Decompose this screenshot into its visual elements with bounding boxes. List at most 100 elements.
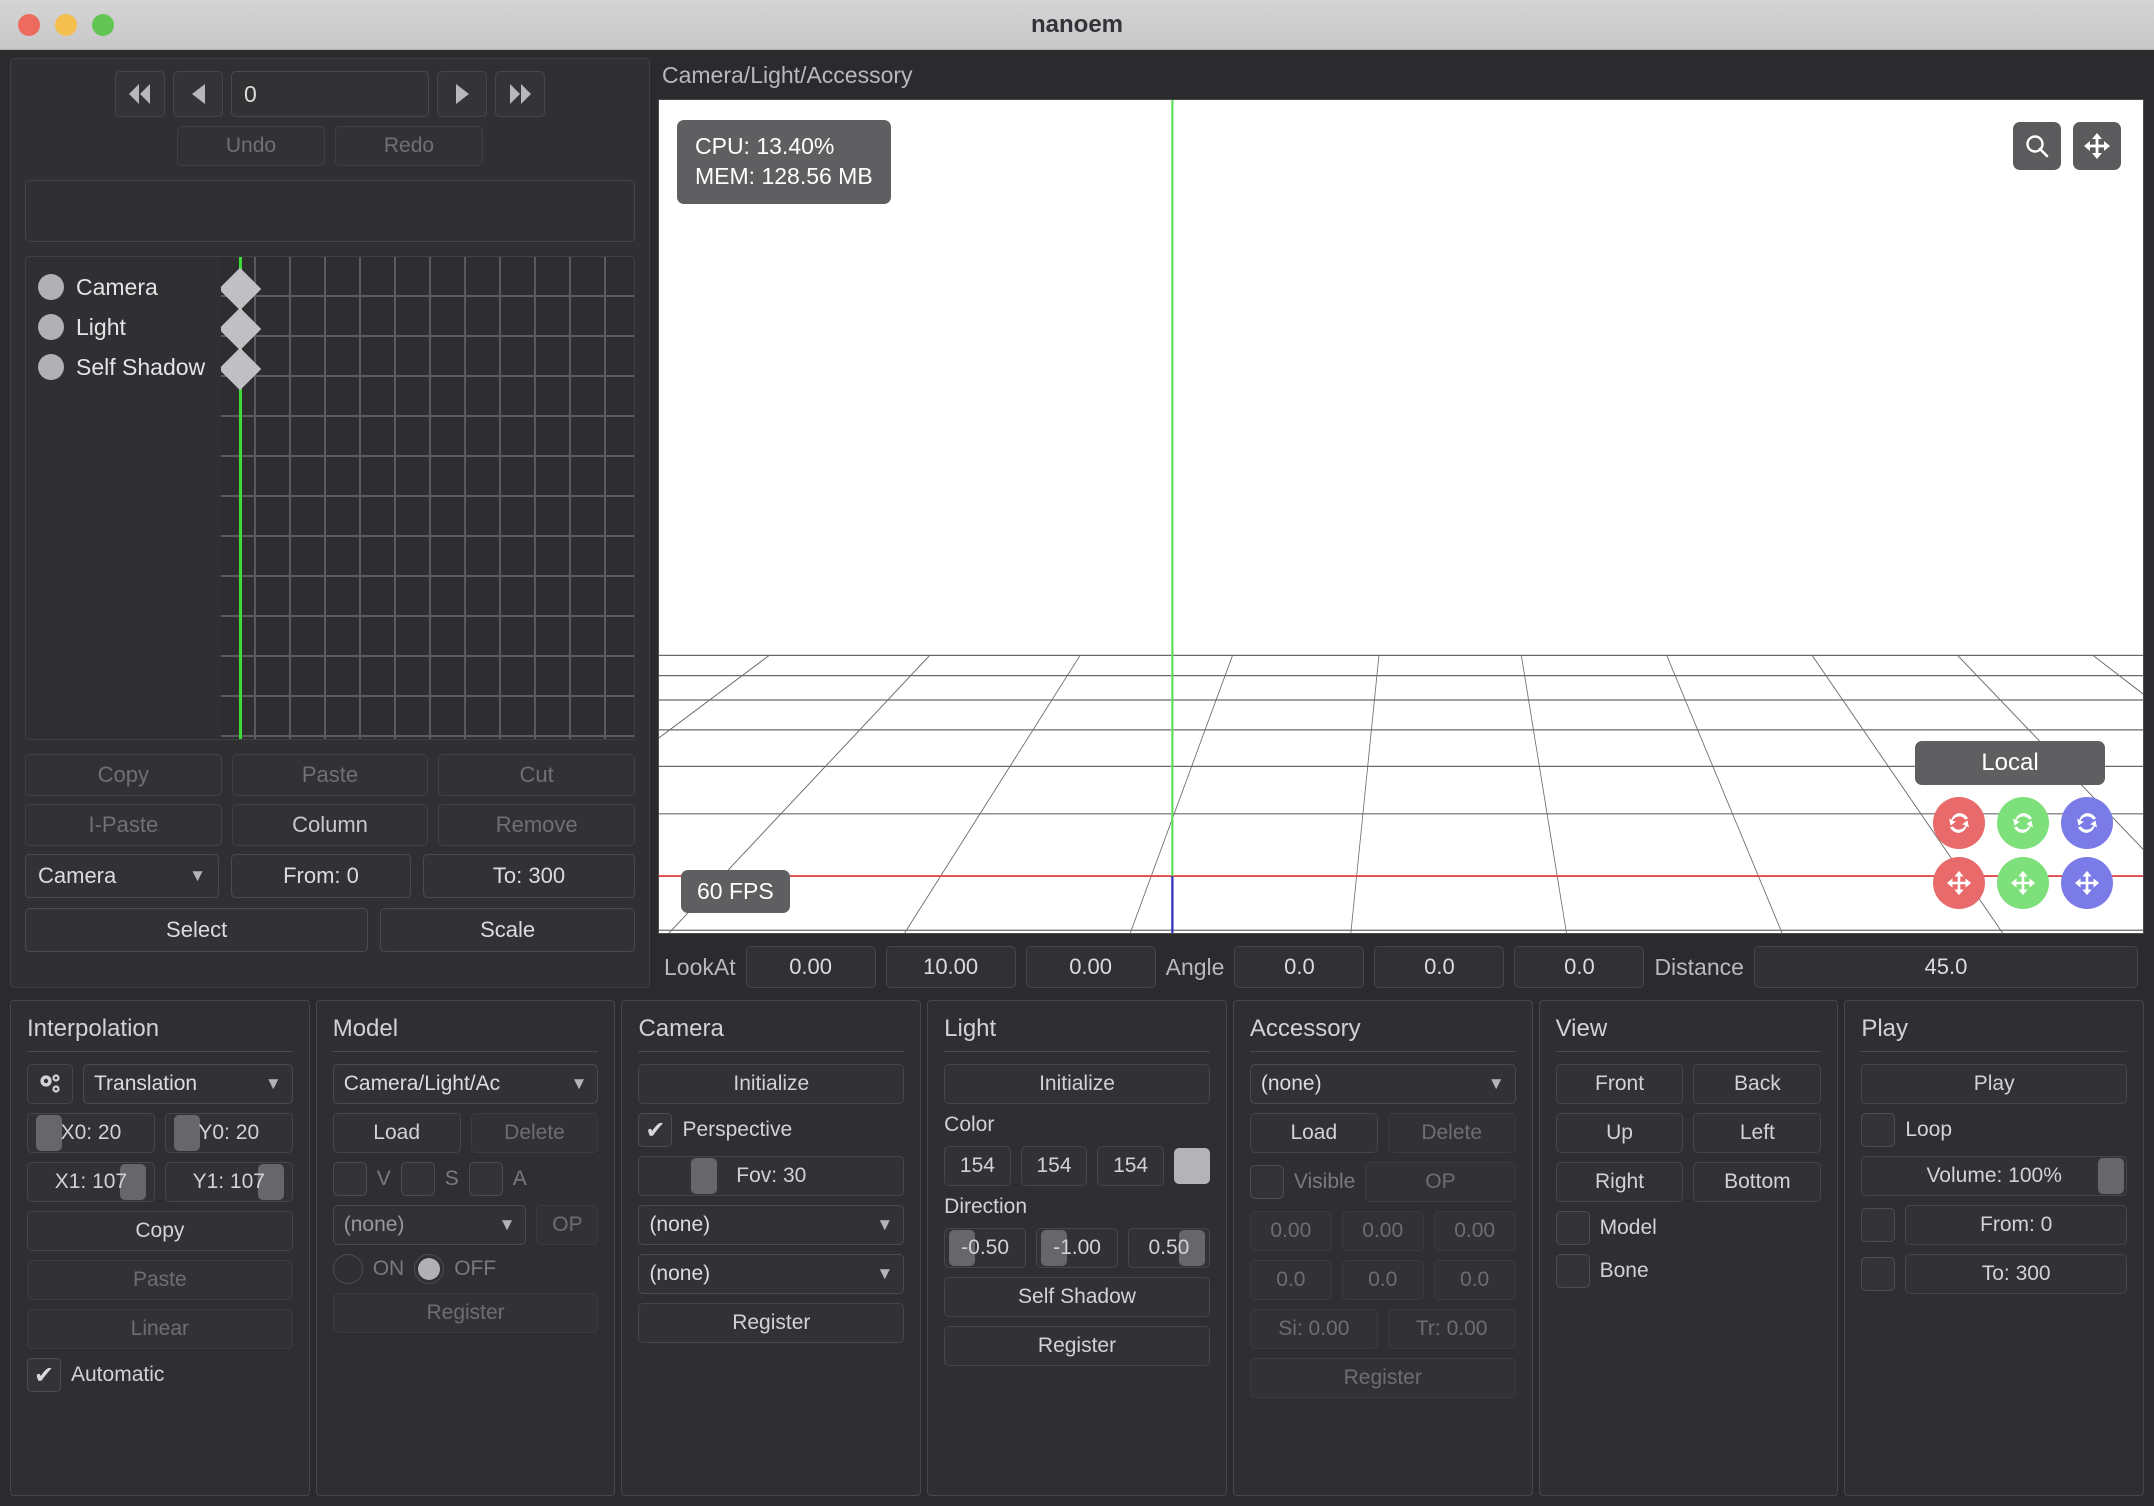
- translate-x-gizmo[interactable]: [1933, 857, 1985, 909]
- model-morph-dropdown[interactable]: (none) ▼: [333, 1205, 527, 1245]
- accessory-ry-input[interactable]: 0.0: [1342, 1260, 1424, 1300]
- model-op-button[interactable]: OP: [536, 1205, 598, 1245]
- lookat-z-input[interactable]: 0.00: [1026, 946, 1156, 988]
- track-toggle-icon[interactable]: [38, 274, 64, 300]
- camera-initialize-button[interactable]: Initialize: [638, 1064, 904, 1104]
- interp-y0-slider[interactable]: Y0: 20: [165, 1113, 293, 1153]
- interp-y1-slider[interactable]: Y1: 107: [165, 1162, 293, 1202]
- interp-x1-slider[interactable]: X1: 107: [27, 1162, 155, 1202]
- track-row-light[interactable]: Light: [38, 307, 221, 347]
- translate-z-gizmo[interactable]: [2061, 857, 2113, 909]
- range-to-button[interactable]: To: 300: [423, 854, 635, 898]
- accessory-transparency-input[interactable]: Tr: 0.00: [1388, 1309, 1516, 1349]
- view-back-button[interactable]: Back: [1693, 1064, 1821, 1104]
- automatic-checkbox[interactable]: ✔: [27, 1358, 61, 1392]
- slider-knob[interactable]: [36, 1115, 62, 1151]
- cut-button[interactable]: Cut: [438, 754, 635, 796]
- accessory-delete-button[interactable]: Delete: [1388, 1113, 1516, 1153]
- play-to-button[interactable]: To: 300: [1905, 1254, 2127, 1294]
- step-back-button[interactable]: [173, 71, 223, 117]
- interp-linear-button[interactable]: Linear: [27, 1309, 293, 1349]
- light-color-r-input[interactable]: 154: [944, 1146, 1011, 1186]
- rotate-x-gizmo[interactable]: [1933, 797, 1985, 849]
- angle-z-input[interactable]: 0.0: [1514, 946, 1644, 988]
- view-front-button[interactable]: Front: [1556, 1064, 1684, 1104]
- distance-input[interactable]: 45.0: [1754, 946, 2138, 988]
- accessory-ty-input[interactable]: 0.00: [1342, 1211, 1424, 1251]
- translate-y-gizmo[interactable]: [1997, 857, 2049, 909]
- loop-checkbox[interactable]: [1861, 1113, 1895, 1147]
- accessory-scale-input[interactable]: Si: 0.00: [1250, 1309, 1378, 1349]
- seek-start-button[interactable]: [115, 71, 165, 117]
- slider-knob[interactable]: [691, 1158, 717, 1194]
- range-from-button[interactable]: From: 0: [231, 854, 411, 898]
- light-direction-y-slider[interactable]: -1.00: [1036, 1228, 1118, 1268]
- view-up-button[interactable]: Up: [1556, 1113, 1684, 1153]
- angle-y-input[interactable]: 0.0: [1374, 946, 1504, 988]
- track-row-self-shadow[interactable]: Self Shadow: [38, 347, 221, 387]
- model-visible-checkbox[interactable]: [333, 1162, 367, 1196]
- play-button[interactable]: [437, 71, 487, 117]
- view-bottom-button[interactable]: Bottom: [1693, 1162, 1821, 1202]
- track-toggle-icon[interactable]: [38, 354, 64, 380]
- target-select-dropdown[interactable]: Camera ▼: [25, 854, 219, 898]
- model-on-radio[interactable]: [333, 1254, 363, 1284]
- model-register-button[interactable]: Register: [333, 1293, 599, 1333]
- scale-button[interactable]: Scale: [380, 908, 635, 952]
- rotate-y-gizmo[interactable]: [1997, 797, 2049, 849]
- track-toggle-icon[interactable]: [38, 314, 64, 340]
- accessory-load-button[interactable]: Load: [1250, 1113, 1378, 1153]
- move-icon[interactable]: [2073, 122, 2121, 170]
- track-row-camera[interactable]: Camera: [38, 267, 221, 307]
- select-button[interactable]: Select: [25, 908, 368, 952]
- redo-button[interactable]: Redo: [335, 126, 483, 166]
- lookat-y-input[interactable]: 10.00: [886, 946, 1016, 988]
- camera-preset-dropdown-2[interactable]: (none) ▼: [638, 1254, 904, 1294]
- copy-button[interactable]: Copy: [25, 754, 222, 796]
- model-a-checkbox[interactable]: [469, 1162, 503, 1196]
- interp-x0-slider[interactable]: X0: 20: [27, 1113, 155, 1153]
- camera-preset-dropdown-1[interactable]: (none) ▼: [638, 1205, 904, 1245]
- remove-button[interactable]: Remove: [438, 804, 635, 846]
- light-self-shadow-button[interactable]: Self Shadow: [944, 1277, 1210, 1317]
- camera-register-button[interactable]: Register: [638, 1303, 904, 1343]
- search-icon[interactable]: [2013, 122, 2061, 170]
- light-initialize-button[interactable]: Initialize: [944, 1064, 1210, 1104]
- light-color-b-input[interactable]: 154: [1097, 1146, 1164, 1186]
- interpolation-type-dropdown[interactable]: Translation ▼: [83, 1064, 293, 1104]
- undo-button[interactable]: Undo: [177, 126, 325, 166]
- light-color-swatch[interactable]: [1174, 1148, 1210, 1184]
- perspective-checkbox[interactable]: ✔: [638, 1113, 672, 1147]
- coordinate-mode-button[interactable]: Local: [1915, 741, 2105, 785]
- volume-slider[interactable]: Volume: 100%: [1861, 1156, 2127, 1196]
- inverse-paste-button[interactable]: I-Paste: [25, 804, 222, 846]
- light-direction-x-slider[interactable]: -0.50: [944, 1228, 1026, 1268]
- rotate-z-gizmo[interactable]: [2061, 797, 2113, 849]
- column-button[interactable]: Column: [232, 804, 429, 846]
- interp-paste-button[interactable]: Paste: [27, 1260, 293, 1300]
- accessory-rx-input[interactable]: 0.0: [1250, 1260, 1332, 1300]
- view-left-button[interactable]: Left: [1693, 1113, 1821, 1153]
- accessory-rz-input[interactable]: 0.0: [1434, 1260, 1516, 1300]
- lookat-x-input[interactable]: 0.00: [746, 946, 876, 988]
- gears-icon[interactable]: [27, 1064, 73, 1104]
- light-register-button[interactable]: Register: [944, 1326, 1210, 1366]
- view-model-checkbox[interactable]: [1556, 1211, 1590, 1245]
- seek-end-button[interactable]: [495, 71, 545, 117]
- view-right-button[interactable]: Right: [1556, 1162, 1684, 1202]
- play-action-button[interactable]: Play: [1861, 1064, 2127, 1104]
- frame-index-input[interactable]: 0: [231, 71, 429, 117]
- accessory-tx-input[interactable]: 0.00: [1250, 1211, 1332, 1251]
- accessory-tz-input[interactable]: 0.00: [1434, 1211, 1516, 1251]
- model-s-checkbox[interactable]: [401, 1162, 435, 1196]
- play-from-checkbox[interactable]: [1861, 1208, 1895, 1242]
- accessory-register-button[interactable]: Register: [1250, 1358, 1516, 1398]
- angle-x-input[interactable]: 0.0: [1234, 946, 1364, 988]
- light-direction-z-slider[interactable]: 0.50: [1128, 1228, 1210, 1268]
- slider-knob[interactable]: [174, 1115, 200, 1151]
- model-load-button[interactable]: Load: [333, 1113, 461, 1153]
- paste-button[interactable]: Paste: [232, 754, 429, 796]
- keyframe-grid[interactable]: [221, 256, 635, 740]
- accessory-op-button[interactable]: OP: [1365, 1162, 1515, 1202]
- viewport-canvas[interactable]: CPU: 13.40% MEM: 128.56 MB 60 FPS Local: [658, 99, 2144, 934]
